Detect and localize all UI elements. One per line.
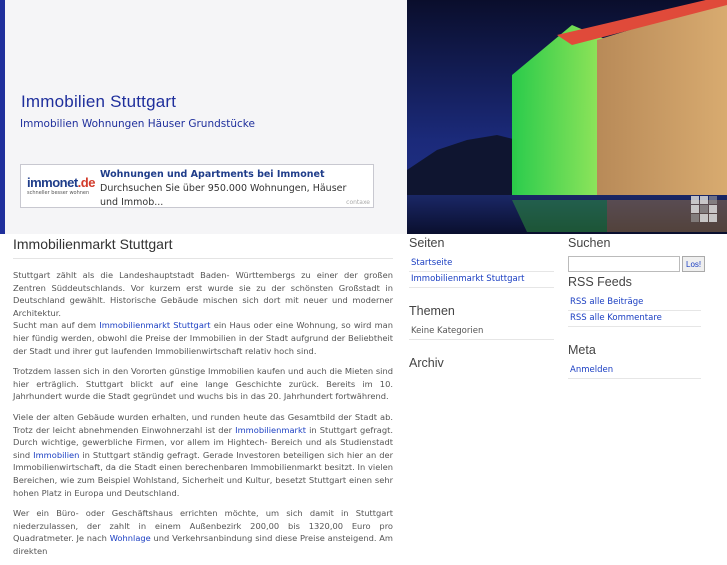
- link-immobilienmarkt[interactable]: Immobilienmarkt: [235, 425, 306, 435]
- paragraph: Wer ein Büro- oder Geschäftshaus erricht…: [13, 508, 393, 556]
- themes-list: Keine Kategorien: [409, 324, 554, 340]
- meta-heading: Meta: [568, 343, 596, 357]
- sidebar-item-immobilienmarkt-stuttgart[interactable]: Immobilienmarkt Stuttgart: [409, 272, 554, 288]
- search-heading: Suchen: [568, 236, 611, 250]
- ad-credit[interactable]: contaxe: [346, 199, 370, 206]
- pages-list: Startseite Immobilienmarkt Stuttgart: [409, 256, 554, 288]
- paragraph: Viele der alten Gebäude wurden erhalten,…: [13, 411, 393, 498]
- sidebar-item-rss-posts[interactable]: RSS alle Beiträge: [568, 295, 701, 311]
- sidebar-item-rss-comments[interactable]: RSS alle Kommentare: [568, 311, 701, 327]
- sidebar-left: Seiten Startseite Immobilienmarkt Stuttg…: [409, 236, 554, 376]
- rss-list: RSS alle Beiträge RSS alle Kommentare: [568, 295, 701, 327]
- link-immobilien[interactable]: Immobilien: [33, 450, 79, 460]
- header-photo: [407, 0, 727, 234]
- page-heading: Immobilienmarkt Stuttgart: [13, 236, 393, 259]
- themes-heading: Themen: [409, 304, 455, 318]
- link-wohnlage[interactable]: Wohnlage: [110, 533, 151, 543]
- pages-heading: Seiten: [409, 236, 445, 250]
- paragraph: Stuttgart zählt als die Landeshauptstadt…: [13, 270, 394, 356]
- article-body: Stuttgart zählt als die Landeshauptstadt…: [13, 269, 393, 557]
- link-immobilienmarkt-stuttgart[interactable]: Immobilienmarkt Stuttgart: [99, 320, 210, 330]
- gallery-icon[interactable]: [691, 196, 717, 222]
- archive-heading: Archiv: [409, 356, 444, 370]
- building-illustration: [407, 0, 727, 234]
- meta-list: Anmelden: [568, 363, 701, 379]
- sidebar-item-startseite[interactable]: Startseite: [409, 256, 554, 272]
- immonet-logo[interactable]: immonet.de schneller besser wohnen: [27, 176, 95, 198]
- search-form: Los!: [568, 256, 706, 272]
- site-title[interactable]: Immobilien Stuttgart: [21, 92, 176, 112]
- ad-description: Durchsuchen Sie über 950.000 Wohnungen, …: [100, 183, 347, 208]
- site-header: Immobilien Stuttgart Immobilien Wohnunge…: [0, 0, 727, 234]
- paragraph: Trotzdem lassen sich in den Vororten gün…: [13, 366, 393, 402]
- main-content: Immobilienmarkt Stuttgart Stuttgart zähl…: [13, 236, 393, 565]
- site-subtitle: Immobilien Wohnungen Häuser Grundstücke: [20, 118, 255, 130]
- immonet-ad[interactable]: immonet.de schneller besser wohnen Wohnu…: [20, 164, 374, 208]
- themes-empty: Keine Kategorien: [409, 324, 554, 340]
- sidebar-right: Suchen Los! RSS Feeds RSS alle Beiträge …: [568, 236, 706, 395]
- rss-heading: RSS Feeds: [568, 275, 632, 289]
- search-input[interactable]: [568, 256, 680, 272]
- sidebar-item-login[interactable]: Anmelden: [568, 363, 701, 379]
- ad-title-link[interactable]: Wohnungen und Apartments bei Immonet: [100, 169, 324, 180]
- header-banner: Immobilien Stuttgart Immobilien Wohnunge…: [0, 0, 407, 234]
- search-button[interactable]: Los!: [682, 256, 706, 272]
